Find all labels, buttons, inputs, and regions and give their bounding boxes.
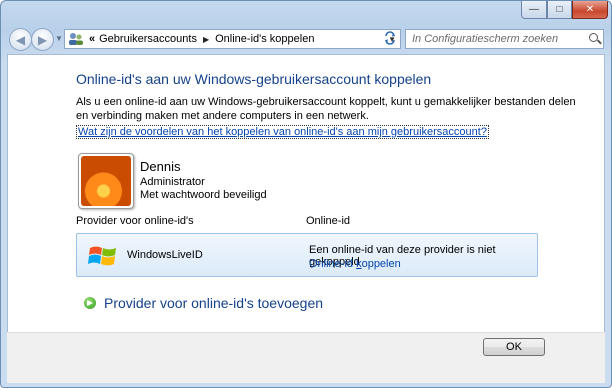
close-button[interactable]: ✕	[572, 1, 608, 19]
column-header-online-id: Online-id	[306, 215, 351, 227]
recent-pages-dropdown[interactable]: ▼	[55, 34, 63, 43]
address-overflow-chevron[interactable]: «	[89, 33, 95, 45]
dialog-footer: OK	[7, 332, 605, 383]
back-button[interactable]: ◀	[9, 28, 32, 51]
window: — □ ✕ ◀ ▶ ▼ « Gebruikersaccounts ▶ Onlin…	[0, 0, 612, 388]
user-role: Administrator	[140, 176, 205, 188]
maximize-button[interactable]: □	[547, 1, 572, 19]
column-header-provider: Provider voor online-id's	[76, 215, 194, 227]
address-bar[interactable]: « Gebruikersaccounts ▶ Online-id's koppe…	[64, 29, 401, 49]
search-input[interactable]: In Configuratiescherm zoeken	[405, 29, 604, 49]
password-status: Met wachtwoord beveiligd	[140, 189, 267, 201]
breadcrumb-separator-icon[interactable]: ▶	[203, 35, 209, 44]
add-provider-link[interactable]: Provider voor online-id's toevoegen	[84, 295, 323, 311]
page-description: Als u een online-id aan uw Windows-gebru…	[76, 96, 576, 122]
provider-row-windowsliveid[interactable]: WindowsLiveID Een online-id van deze pro…	[76, 233, 538, 277]
link-prefix: Online-id	[309, 258, 357, 270]
refresh-icon	[383, 30, 397, 48]
breadcrumb-online-ids[interactable]: Online-id's koppelen	[215, 33, 314, 45]
back-arrow-icon: ◀	[15, 32, 26, 47]
maximize-icon: □	[556, 4, 563, 15]
page-title: Online-id's aan uw Windows-gebruikersacc…	[76, 71, 432, 87]
green-arrow-icon	[84, 297, 96, 309]
ok-button[interactable]: OK	[483, 338, 545, 356]
navigation-bar: ◀ ▶ ▼ « Gebruikersaccounts ▶ Online-id's…	[1, 25, 611, 53]
close-icon: ✕	[585, 4, 595, 15]
minimize-button[interactable]: —	[521, 1, 547, 19]
search-icon[interactable]	[589, 33, 598, 42]
benefits-link[interactable]: Wat zijn de voordelen van het koppelen v…	[76, 125, 489, 139]
title-bar: — □ ✕	[1, 1, 611, 25]
forward-arrow-icon: ▶	[37, 32, 48, 47]
flower-avatar-icon	[81, 156, 131, 206]
provider-name: WindowsLiveID	[127, 249, 203, 261]
user-name: Dennis	[140, 159, 181, 174]
avatar	[78, 153, 134, 209]
minimize-icon: —	[529, 4, 539, 15]
breadcrumb-gebruikersaccounts[interactable]: Gebruikersaccounts	[99, 33, 197, 45]
link-suffix: oppelen	[361, 258, 401, 270]
add-provider-label: Provider voor online-id's toevoegen	[104, 295, 324, 311]
forward-button[interactable]: ▶	[31, 28, 54, 51]
windows-logo-icon	[87, 240, 119, 272]
refresh-button[interactable]	[380, 29, 400, 49]
search-placeholder: In Configuratiescherm zoeken	[412, 33, 559, 45]
link-online-id-link[interactable]: Online-id koppelen	[309, 258, 401, 270]
user-accounts-icon	[68, 32, 84, 46]
